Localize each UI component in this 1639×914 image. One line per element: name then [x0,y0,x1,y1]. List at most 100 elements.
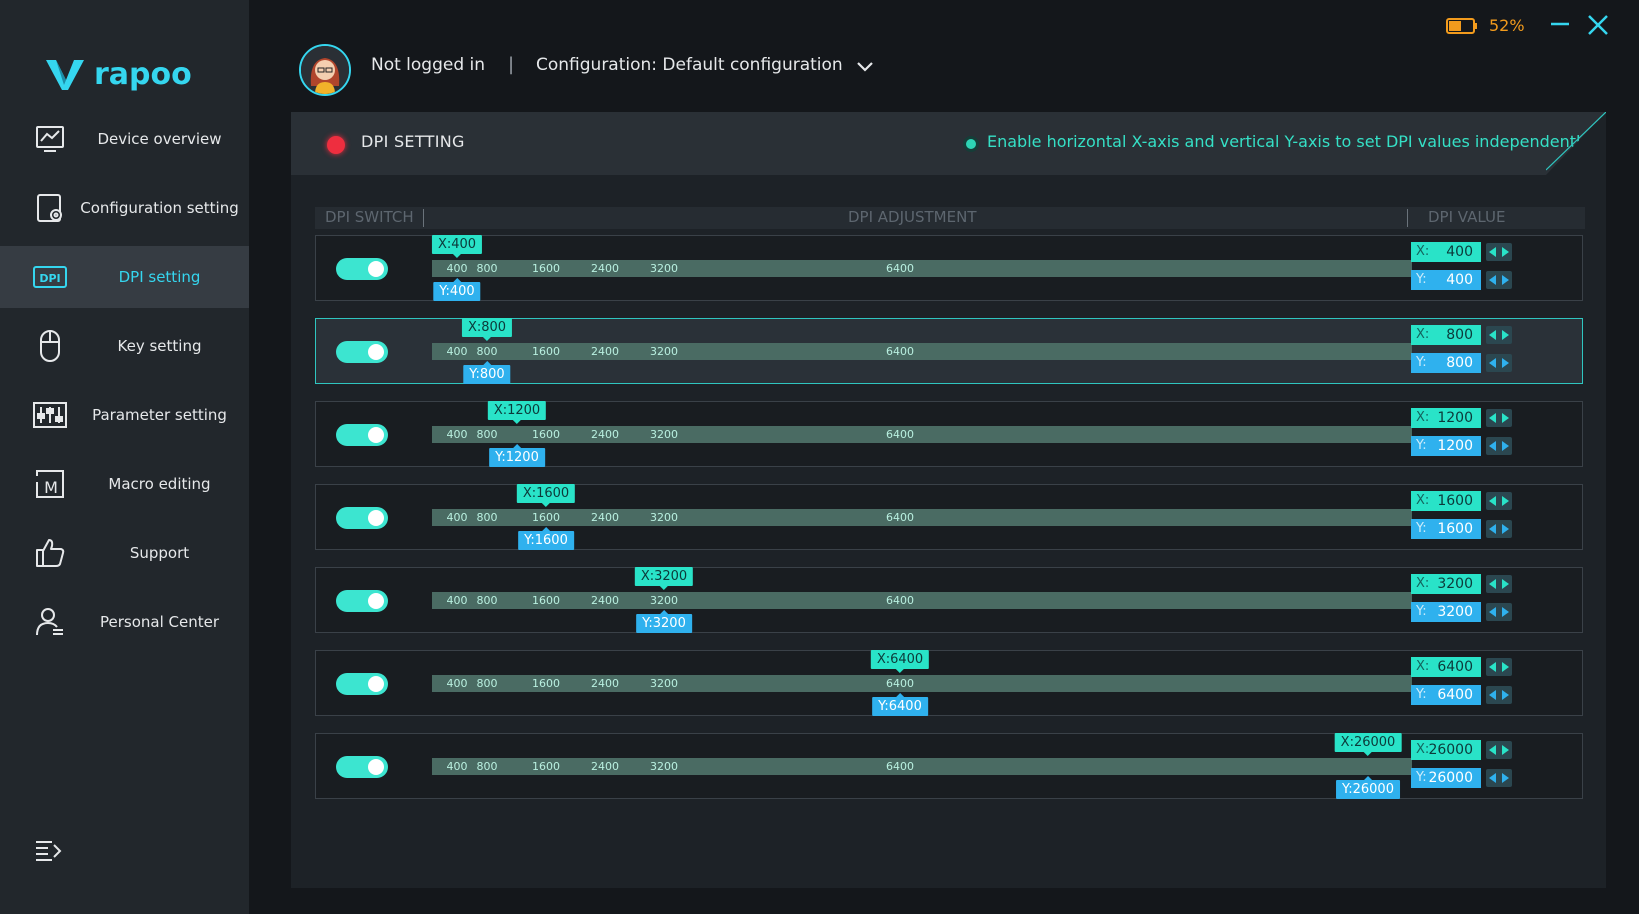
sidebar-item-macro-editing[interactable]: M Macro editing [0,453,249,515]
axis-prefix: Y: [1416,355,1427,370]
y-dpi-value-field[interactable]: Y: 26000 [1411,768,1481,788]
sidebar-item-personal-center[interactable]: Personal Center [0,591,249,653]
dpi-switch-toggle[interactable] [336,258,388,280]
x-dpi-slider-handle[interactable]: X:26000 [1334,733,1402,756]
y-dpi-stepper[interactable] [1486,686,1512,704]
sidebar-item-parameter-setting[interactable]: Parameter setting [0,384,249,446]
y-dpi-stepper[interactable] [1486,271,1512,289]
chevron-down-icon[interactable] [854,58,876,76]
x-dpi-slider-handle[interactable]: X:3200 [634,567,694,590]
toggle-knob [368,676,384,692]
x-dpi-stepper[interactable] [1486,741,1512,759]
dpi-switch-toggle[interactable] [336,756,388,778]
x-dpi-slider-handle[interactable]: X:1600 [516,484,576,507]
config-gear-icon [32,190,68,226]
x-dpi-stepper[interactable] [1486,575,1512,593]
dpi-slider-track[interactable]: 400 800 1600 2400 3200 6400 [432,758,1412,775]
y-dpi-stepper[interactable] [1486,520,1512,538]
dpi-slider-track[interactable]: 400 800 1600 2400 3200 6400 [432,592,1412,609]
x-dpi-value-field[interactable]: X: 1200 [1411,408,1481,428]
sidebar-item-configuration-setting[interactable]: Configuration setting [0,177,249,239]
dpi-row[interactable]: 400 800 1600 2400 3200 6400 X:1600 Y:1600 X: 1600… [315,484,1583,550]
toggle-knob [368,510,384,526]
dpi-switch-toggle[interactable] [336,590,388,612]
x-dpi-slider-handle[interactable]: X:800 [461,318,513,341]
y-dpi-stepper[interactable] [1486,603,1512,621]
x-dpi-stepper[interactable] [1486,409,1512,427]
x-dpi-value-field[interactable]: X: 6400 [1411,657,1481,677]
y-dpi-slider-handle[interactable]: Y:6400 [872,693,928,716]
rapoo-v-logo-icon [46,60,84,90]
sidebar-item-key-setting[interactable]: Key setting [0,315,249,377]
stepper-arrows-icon [1489,275,1509,285]
x-dpi-value-field[interactable]: X: 26000 [1411,740,1481,760]
dpi-tick-label: 400 [446,511,468,524]
dpi-slider-track[interactable]: 400 800 1600 2400 3200 6400 [432,343,1412,360]
dpi-icon: DPI [32,259,68,295]
dpi-switch-toggle[interactable] [336,673,388,695]
independent-axes-radio[interactable] [963,136,979,152]
stepper-arrows-icon [1489,579,1509,589]
y-dpi-stepper[interactable] [1486,354,1512,372]
y-dpi-slider-handle[interactable]: Y:400 [433,278,481,301]
dpi-row[interactable]: 400 800 1600 2400 3200 6400 X:6400 Y:6400 X: 6400… [315,650,1583,716]
dpi-switch-toggle[interactable] [336,507,388,529]
x-dpi-value-field[interactable]: X: 800 [1411,325,1481,345]
dpi-slider-track[interactable]: 400 800 1600 2400 3200 6400 [432,675,1412,692]
sidebar-item-dpi-setting[interactable]: DPI DPI setting [0,246,249,308]
close-icon[interactable] [1585,12,1611,38]
dpi-row[interactable]: 400 800 1600 2400 3200 6400 X:400 Y:400 X: 400 Y: 4… [315,235,1583,301]
x-dpi-value-field[interactable]: X: 400 [1411,242,1481,262]
y-dpi-value-field[interactable]: Y: 3200 [1411,602,1481,622]
menu-collapse-icon[interactable] [34,836,64,866]
x-dpi-stepper[interactable] [1486,243,1512,261]
dpi-switch-toggle[interactable] [336,341,388,363]
sidebar-item-label: Key setting [117,337,202,355]
y-dpi-stepper[interactable] [1486,437,1512,455]
x-dpi-slider-handle[interactable]: X:6400 [870,650,930,673]
x-dpi-slider-handle[interactable]: X:1200 [487,401,547,424]
y-dpi-slider-handle[interactable]: Y:800 [463,361,511,384]
y-dpi-slider-handle[interactable]: Y:26000 [1336,776,1400,799]
sidebar-item-device-overview[interactable]: Device overview [0,108,249,170]
y-dpi-value-field[interactable]: Y: 400 [1411,270,1481,290]
y-dpi-slider-handle[interactable]: Y:3200 [636,610,692,633]
mouse-icon [32,328,68,364]
y-dpi-stepper[interactable] [1486,769,1512,787]
y-dpi-value-field[interactable]: Y: 1200 [1411,436,1481,456]
x-dpi-value-field[interactable]: X: 3200 [1411,574,1481,594]
configuration-selector[interactable]: Configuration: Default configuration [536,55,843,75]
dpi-slider-track[interactable]: 400 800 1600 2400 3200 6400 [432,260,1412,277]
dpi-tick-label: 800 [476,345,498,358]
x-dpi-slider-handle[interactable]: X:400 [431,235,483,258]
independent-axes-label[interactable]: Enable horizontal X-axis and vertical Y-… [987,132,1590,151]
user-icon [32,604,68,640]
toggle-knob [368,759,384,775]
y-dpi-value-field[interactable]: Y: 800 [1411,353,1481,373]
dpi-row[interactable]: 400 800 1600 2400 3200 6400 X:800 Y:800 X: 800 Y: 8… [315,318,1583,384]
axis-prefix: Y: [1416,521,1427,536]
x-dpi-stepper[interactable] [1486,658,1512,676]
dpi-slider-track[interactable]: 400 800 1600 2400 3200 6400 [432,426,1412,443]
minimize-icon[interactable] [1548,12,1572,36]
y-dpi-value-field[interactable]: Y: 6400 [1411,685,1481,705]
dpi-value: 1600 [1437,521,1473,537]
dpi-slider-track[interactable]: 400 800 1600 2400 3200 6400 [432,509,1412,526]
dpi-row[interactable]: 400 800 1600 2400 3200 6400 X:3200 Y:3200 X: 3200… [315,567,1583,633]
avatar[interactable] [299,44,351,96]
x-dpi-stepper[interactable] [1486,326,1512,344]
y-dpi-value-field[interactable]: Y: 1600 [1411,519,1481,539]
column-divider [1407,209,1408,227]
x-dpi-stepper[interactable] [1486,492,1512,510]
dpi-tick-label: 2400 [591,345,619,358]
y-dpi-slider-handle[interactable]: Y:1200 [489,444,545,467]
dpi-row[interactable]: 400 800 1600 2400 3200 6400 X:26000 Y:26000 X: 26… [315,733,1583,799]
login-status[interactable]: Not logged in [371,55,485,75]
dpi-row[interactable]: 400 800 1600 2400 3200 6400 X:1200 Y:1200 X: 1200… [315,401,1583,467]
sidebar-item-support[interactable]: Support [0,522,249,584]
dpi-switch-toggle[interactable] [336,424,388,446]
x-dpi-value-field[interactable]: X: 1600 [1411,491,1481,511]
y-dpi-slider-handle[interactable]: Y:1600 [518,527,574,550]
dpi-tick-label: 400 [446,594,468,607]
sidebar: rapoo Device overview Configuration sett… [0,0,249,914]
